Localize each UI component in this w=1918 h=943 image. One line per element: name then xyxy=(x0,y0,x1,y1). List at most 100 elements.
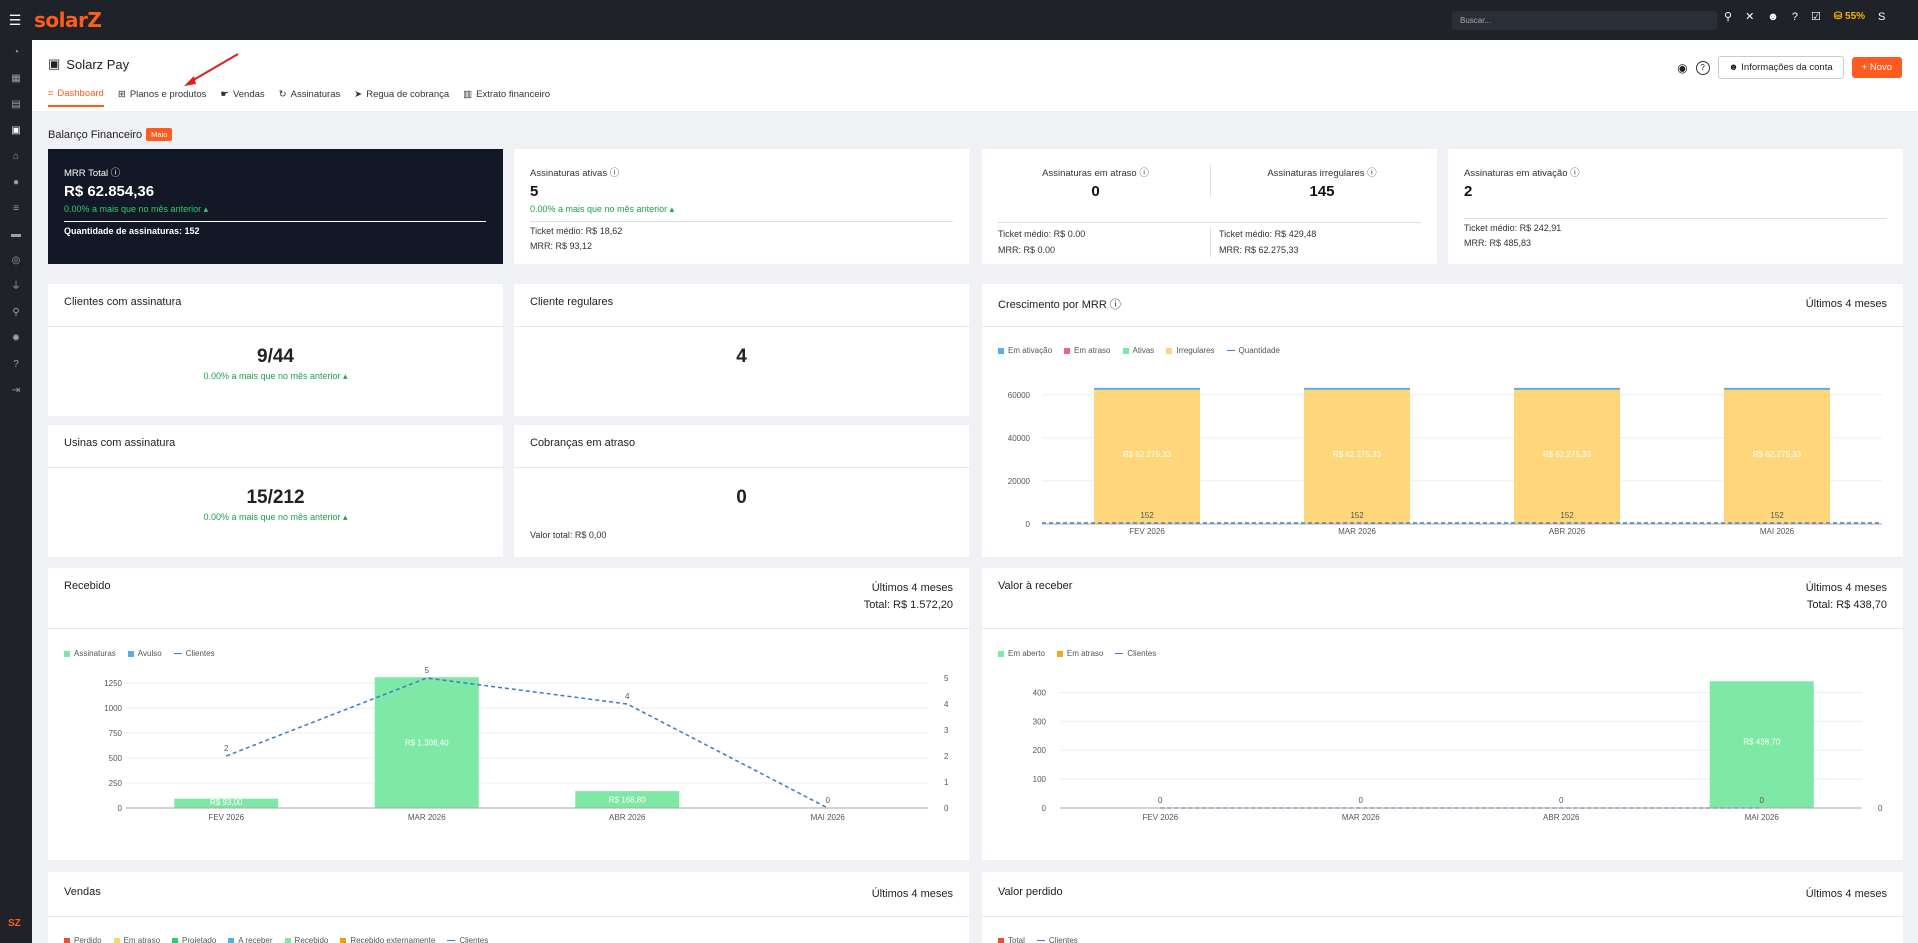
document-icon[interactable]: ▤ xyxy=(0,92,32,118)
eye-icon[interactable]: ◉ xyxy=(1677,61,1687,75)
tab-planos[interactable]: ⊞ Planos e produtos xyxy=(118,88,207,107)
legend-item[interactable]: Perdido xyxy=(64,936,102,943)
user-icon[interactable]: ☻ xyxy=(1767,11,1779,23)
y2-tick-label: 0 xyxy=(944,804,949,813)
y-tick-label: 200 xyxy=(1033,746,1047,755)
new-button[interactable]: + Novo xyxy=(1851,57,1902,78)
tab-label: Planos e produtos xyxy=(129,89,207,100)
usinas-value: 15/212 xyxy=(246,487,305,508)
clientes-point-label: 0 xyxy=(1158,796,1163,805)
legend-item[interactable]: Assinaturas xyxy=(64,649,116,658)
tab-label: Assinaturas xyxy=(290,89,341,100)
list-icon[interactable]: ≡ xyxy=(0,196,32,222)
ativacao-ticket: Ticket médio: R$ 242,91 xyxy=(1464,223,1562,233)
divider xyxy=(1464,218,1887,219)
bar-value-label: R$ 62.275,33 xyxy=(1543,450,1592,459)
clientes-point-label: 5 xyxy=(425,666,430,675)
pay-icon[interactable]: ▣ xyxy=(0,118,32,144)
ativacao-card: Assinaturas em ativação ⓘ 2 Ticket médio… xyxy=(1448,149,1903,264)
quantity-label: 152 xyxy=(1770,511,1784,520)
tab-extrato[interactable]: ▥ Extrato financeiro xyxy=(463,88,550,107)
help-icon[interactable]: ? xyxy=(0,352,32,378)
card-title: Recebido xyxy=(64,580,111,592)
legend-item[interactable]: Em aberto xyxy=(998,649,1045,658)
profile-icon[interactable]: S xyxy=(1878,11,1885,23)
legend-swatch xyxy=(1122,347,1129,354)
legend-swatch xyxy=(173,653,182,655)
cobrancas-card: Cobranças em atraso 0 Valor total: R$ 0,… xyxy=(514,425,969,557)
ativas-label: Assinaturas ativas ⓘ xyxy=(530,168,620,179)
kanban-icon[interactable]: ▦ xyxy=(0,66,32,92)
card-icon[interactable]: ▬ xyxy=(0,222,32,248)
checklist-icon[interactable]: ☑ xyxy=(1811,10,1821,23)
legend-item[interactable]: Recebido xyxy=(284,936,328,943)
search-input[interactable]: Buscar... xyxy=(1452,11,1717,30)
ativas-change: 0.00% a mais que no mês anterior ▴ xyxy=(530,204,675,214)
legend-item[interactable]: Clientes xyxy=(173,649,215,658)
logout-icon[interactable]: ⇥ xyxy=(0,378,32,404)
bar-value-label: R$ 62.275,33 xyxy=(1753,450,1802,459)
divider xyxy=(514,326,969,327)
legend-item[interactable]: Total xyxy=(998,936,1025,943)
legend-item[interactable]: Avulso xyxy=(127,649,162,658)
tab-assinaturas[interactable]: ↻ Assinaturas xyxy=(279,88,341,107)
settings-icon[interactable]: ✹ xyxy=(0,326,32,352)
menu-icon[interactable]: ☰ xyxy=(0,12,30,29)
tab-label: Dashboard xyxy=(57,88,104,99)
tab-vendas[interactable]: ☛ Vendas xyxy=(220,88,264,107)
period-label: Últimos 4 meses xyxy=(1805,888,1887,900)
legend-swatch xyxy=(64,937,70,943)
period-label: Últimos 4 meses xyxy=(871,888,953,900)
home-icon[interactable]: ⌂ xyxy=(0,144,32,170)
balance-title: Balanço Financeiro Maio xyxy=(48,128,173,141)
page-header: ▣ Solarz Pay ⌗ Dashboard ⊞ Planos e produt… xyxy=(32,40,1918,111)
user-icon: ☻ xyxy=(1728,62,1739,73)
bar-value-label: R$ 168,80 xyxy=(609,796,646,805)
atraso-mrr: MRR: R$ 0.00 xyxy=(998,245,1056,255)
help-icon[interactable]: ? xyxy=(1792,11,1798,23)
divider xyxy=(982,628,1903,629)
help-icon[interactable]: ? xyxy=(1695,60,1710,75)
period-label: Últimos 4 meses xyxy=(1805,298,1887,310)
recebido-chart: 025050075010001250012345R$ 93,00FEV 2026… xyxy=(104,666,949,822)
zoom-icon[interactable]: ⚲ xyxy=(0,300,32,326)
clientes-assinatura-value: 9/44 xyxy=(257,346,294,367)
legend-item[interactable]: Clientes xyxy=(1036,936,1078,943)
divider xyxy=(64,221,486,222)
plug-icon[interactable]: ⏚ xyxy=(0,274,32,300)
vertical-divider xyxy=(1210,227,1211,257)
legend-item[interactable]: Em atraso xyxy=(1056,649,1103,658)
whatsapp-icon[interactable]: ◎ xyxy=(0,248,32,274)
account-info-button[interactable]: ☻ Informações da conta xyxy=(1717,56,1844,79)
crescimento-card: Crescimento por MRR ⓘ Últimos 4 meses Em… xyxy=(982,284,1903,557)
legend-item[interactable]: Clientes xyxy=(1115,649,1156,658)
divider xyxy=(48,467,503,468)
notification-off-icon[interactable]: ✕ xyxy=(1745,10,1754,23)
search-icon[interactable]: ⚲ xyxy=(1724,10,1732,23)
bar-cap xyxy=(1304,387,1410,390)
irregulares-value: 145 xyxy=(1309,183,1335,200)
chart-legend: Perdido Em atraso Projetado A receber Recebi… xyxy=(64,936,488,943)
sidebar: ◔ ▦ ▤ ▣ ⌂ ● ≡ ▬ ◎ ⏚ ⚲ ✹ ? ⇥ SZ xyxy=(0,40,32,943)
card-title: Valor perdido xyxy=(998,886,1063,898)
legend-item[interactable]: Em atraso xyxy=(113,936,160,943)
legend-item[interactable]: A receber xyxy=(228,936,273,943)
month-badge[interactable]: Maio xyxy=(146,128,173,141)
mrr-value: R$ 62.854,36 xyxy=(64,183,155,200)
y2-tick-label: 3 xyxy=(944,726,949,735)
dashboard-icon[interactable]: ◔ xyxy=(0,40,32,66)
y-tick-label: 40000 xyxy=(1008,434,1031,443)
ativacao-value: 2 xyxy=(1464,183,1473,200)
legend-swatch xyxy=(1226,350,1235,352)
legend-item[interactable]: Recebido externamente xyxy=(340,936,435,943)
tab-regua[interactable]: ➤ Regua de cobrança xyxy=(354,88,449,107)
atraso-label: Assinaturas em atraso ⓘ xyxy=(1042,168,1149,179)
legend-item[interactable]: Clientes xyxy=(447,936,488,943)
coins-badge[interactable]: ⛁ 55% xyxy=(1834,11,1865,22)
tab-dashboard[interactable]: ⌗ Dashboard xyxy=(48,88,104,107)
solarz-logo[interactable]: solarZ xyxy=(34,8,102,32)
legend-item[interactable]: Projetado xyxy=(172,936,216,943)
y-tick-label: 60000 xyxy=(1008,391,1031,400)
person-icon[interactable]: ● xyxy=(0,170,32,196)
x-tick-label: MAI 2026 xyxy=(811,813,846,822)
